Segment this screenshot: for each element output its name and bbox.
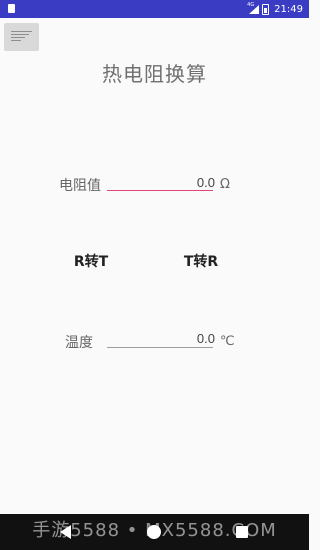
r-to-t-button[interactable]: R转T	[61, 251, 121, 271]
temperature-unit: ℃	[220, 334, 235, 349]
filter-menu-button[interactable]	[4, 23, 39, 51]
signal-icon: 4G	[247, 1, 260, 14]
network-type: 4G	[247, 1, 255, 8]
watermark-text: 手游5588 • MX5588.COM	[32, 520, 277, 541]
temperature-input[interactable]	[107, 327, 217, 349]
battery-icon	[262, 3, 270, 15]
resistance-row: 电阻值 Ω	[0, 170, 309, 200]
status-indicators: 4G 21:49	[247, 1, 303, 16]
status-time: 21:49	[274, 3, 303, 15]
t-to-r-button[interactable]: T转R	[171, 251, 231, 271]
temperature-label: 温度	[65, 335, 93, 351]
page-title: 热电阻换算	[102, 62, 207, 86]
resistance-label: 电阻值	[59, 178, 101, 194]
temperature-underline	[107, 347, 213, 348]
sd-card-icon	[8, 4, 15, 13]
resistance-underline	[107, 190, 213, 191]
temperature-row: 温度 ℃	[0, 326, 309, 356]
status-bar: 4G 21:49	[0, 0, 309, 18]
resistance-unit: Ω	[220, 177, 230, 192]
